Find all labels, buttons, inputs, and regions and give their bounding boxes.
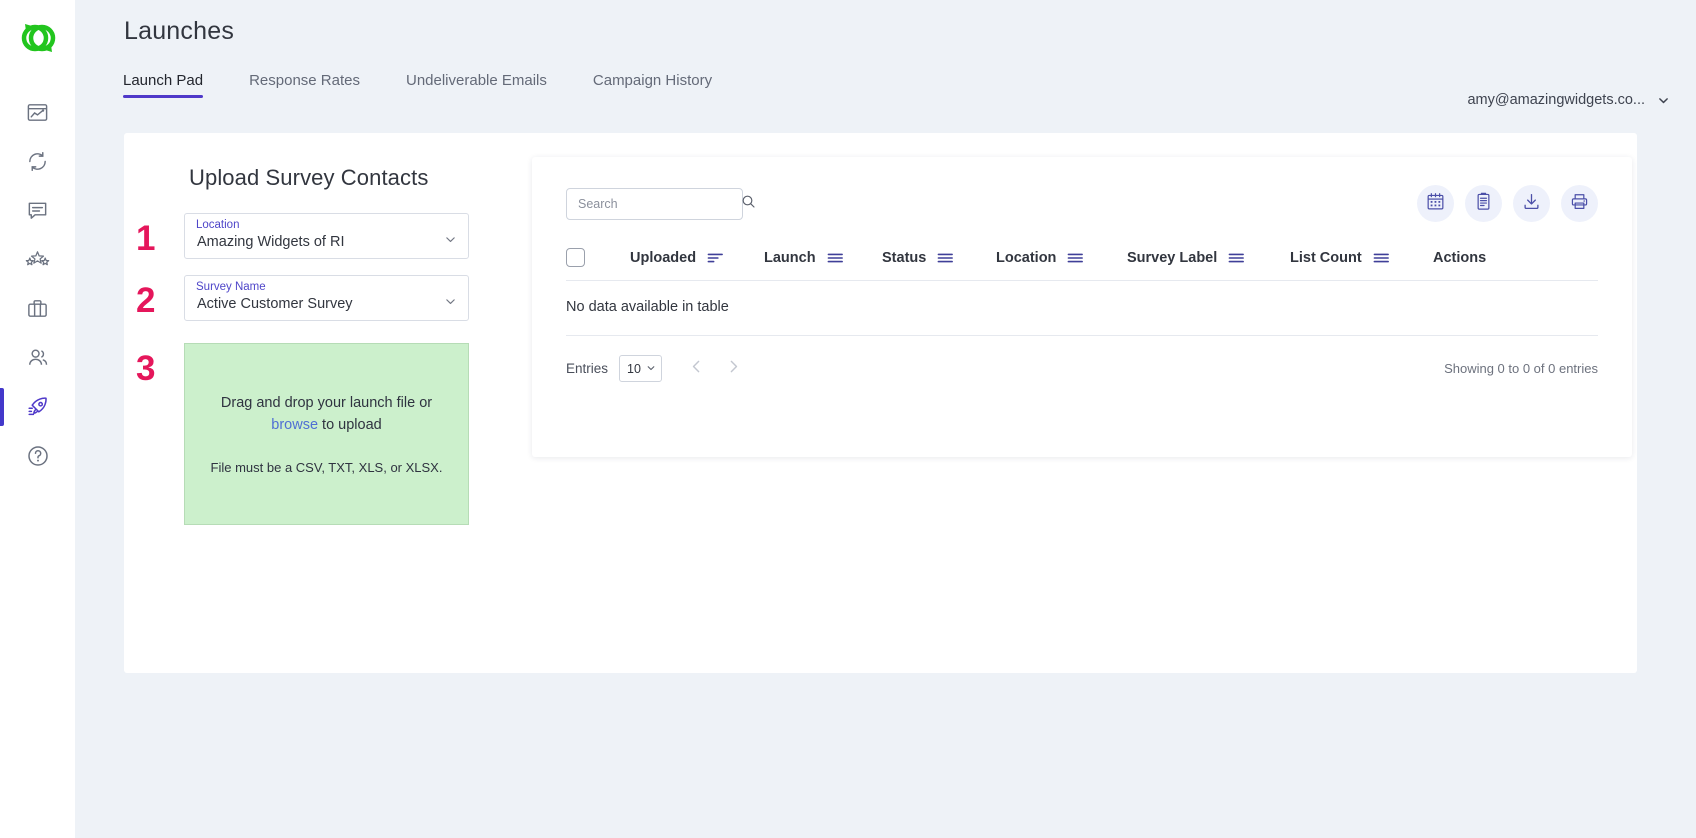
upload-survey-contacts-panel: Upload Survey Contacts 1 Location Amazin… [136,165,524,541]
printer-icon [1570,192,1589,216]
column-header-launch[interactable]: Launch [764,250,882,266]
sort-descending-icon[interactable] [707,252,724,264]
sort-menu-icon[interactable] [1373,252,1390,264]
location-value: Amazing Widgets of RI [197,234,345,250]
download-icon [1522,192,1541,216]
upload-panel-title: Upload Survey Contacts [189,165,429,190]
column-label-status: Status [882,249,927,266]
user-account-menu[interactable]: amy@amazingwidgets.co... [1467,92,1670,108]
sidebar-item-contacts[interactable] [0,333,75,382]
chat-bubble-icon [26,199,49,222]
select-all-checkbox[interactable] [566,248,585,267]
entries-value: 10 [627,361,641,376]
search-icon[interactable] [741,194,756,214]
step-2-survey-name: 2 Survey Name Active Customer Survey [136,275,524,321]
survey-name-label: Survey Name [196,281,266,293]
column-label-launch: Launch [764,249,816,266]
user-email-label: amy@amazingwidgets.co... [1467,92,1645,108]
tab-launch-pad[interactable]: Launch Pad [123,72,229,98]
sidebar [0,0,75,838]
table-header-row: Uploaded Launch Status Location Survey L… [566,248,1598,281]
refresh-sync-icon [26,150,49,173]
calendar-button[interactable] [1417,185,1454,222]
search-input[interactable] [576,195,741,212]
table-action-buttons [1417,185,1598,222]
page-title: Launches [124,17,235,45]
sort-menu-icon[interactable] [937,252,954,264]
chevron-down-icon [444,295,457,308]
sidebar-item-sync[interactable] [0,137,75,186]
column-header-location[interactable]: Location [996,250,1127,266]
report-button[interactable] [1465,185,1502,222]
tab-bar: Launch Pad Response Rates Undeliverable … [123,72,738,98]
column-label-uploaded: Uploaded [630,249,697,266]
sidebar-item-help[interactable] [0,431,75,480]
question-circle-icon [26,444,50,468]
step-number-2: 2 [136,281,156,320]
table-toolbar [532,157,1632,222]
people-group-icon [26,346,50,369]
survey-name-value: Active Customer Survey [197,296,353,312]
sort-menu-icon[interactable] [1228,252,1245,264]
entries-label: Entries [566,361,609,376]
previous-page-button[interactable] [681,353,712,384]
clipboard-document-icon [1474,192,1493,216]
column-header-actions: Actions [1433,250,1486,266]
step-number-3: 3 [136,349,156,388]
pagination-controls [681,353,749,384]
column-header-list-count[interactable]: List Count [1290,250,1433,266]
location-label: Location [196,219,240,231]
dropzone-text-before: Drag and drop your launch file or [220,394,433,411]
sort-menu-icon[interactable] [827,252,844,264]
step-number-1: 1 [136,219,156,258]
app-logo[interactable] [12,16,64,60]
column-label-actions: Actions [1433,249,1487,266]
briefcase-icon [26,297,49,320]
next-page-button[interactable] [718,353,749,384]
column-label-location: Location [996,249,1057,266]
content-card: Upload Survey Contacts 1 Location Amazin… [124,133,1637,673]
location-select[interactable]: Location Amazing Widgets of RI [184,213,469,259]
sidebar-item-messages[interactable] [0,186,75,235]
survey-name-select[interactable]: Survey Name Active Customer Survey [184,275,469,321]
stars-rating-icon [25,248,50,271]
tab-campaign-history[interactable]: Campaign History [573,72,738,98]
print-button[interactable] [1561,185,1598,222]
chevron-down-icon [1657,94,1670,107]
launch-list-table-panel: Uploaded Launch [532,157,1632,457]
chevron-right-icon [725,358,742,380]
tab-response-rates[interactable]: Response Rates [229,72,386,98]
dashboard-chart-icon [26,101,49,124]
dropzone-file-hint: File must be a CSV, TXT, XLS, or XLSX. [210,460,443,476]
column-label-list-count: List Count [1290,249,1362,266]
column-header-status[interactable]: Status [882,250,996,266]
dropzone-text-after: to upload [322,416,382,433]
chevron-left-icon [688,358,705,380]
search-box[interactable] [566,187,755,220]
chevron-down-icon [646,362,656,376]
tab-undeliverable-emails[interactable]: Undeliverable Emails [386,72,573,98]
table-empty-state: No data available in table [566,281,1598,336]
step-3-file-upload: 3 Drag and drop your launch file or brow… [136,343,524,525]
column-label-survey-label: Survey Label [1127,249,1218,266]
entries-per-page-select[interactable]: 10 [619,355,663,382]
sidebar-item-reviews[interactable] [0,235,75,284]
entries-control: Entries 10 [566,353,749,384]
browse-link[interactable]: browse [271,417,318,433]
file-dropzone[interactable]: Drag and drop your launch file or browse… [184,343,469,525]
sidebar-item-dashboard[interactable] [0,88,75,137]
dropzone-instructions: Drag and drop your launch file or browse… [207,393,447,437]
column-header-survey-label[interactable]: Survey Label [1127,250,1290,266]
entries-summary: Showing 0 to 0 of 0 entries [1444,361,1598,376]
column-header-uploaded[interactable]: Uploaded [630,250,764,266]
download-button[interactable] [1513,185,1550,222]
sort-menu-icon[interactable] [1067,252,1084,264]
table-footer: Entries 10 Showing 0 to 0 of 0 entries [566,336,1598,384]
chevron-down-icon [444,233,457,246]
sidebar-item-launches[interactable] [0,382,75,431]
rocket-icon [26,395,50,419]
step-1-location: 1 Location Amazing Widgets of RI [136,213,524,259]
calendar-icon [1426,192,1445,216]
sidebar-item-business[interactable] [0,284,75,333]
